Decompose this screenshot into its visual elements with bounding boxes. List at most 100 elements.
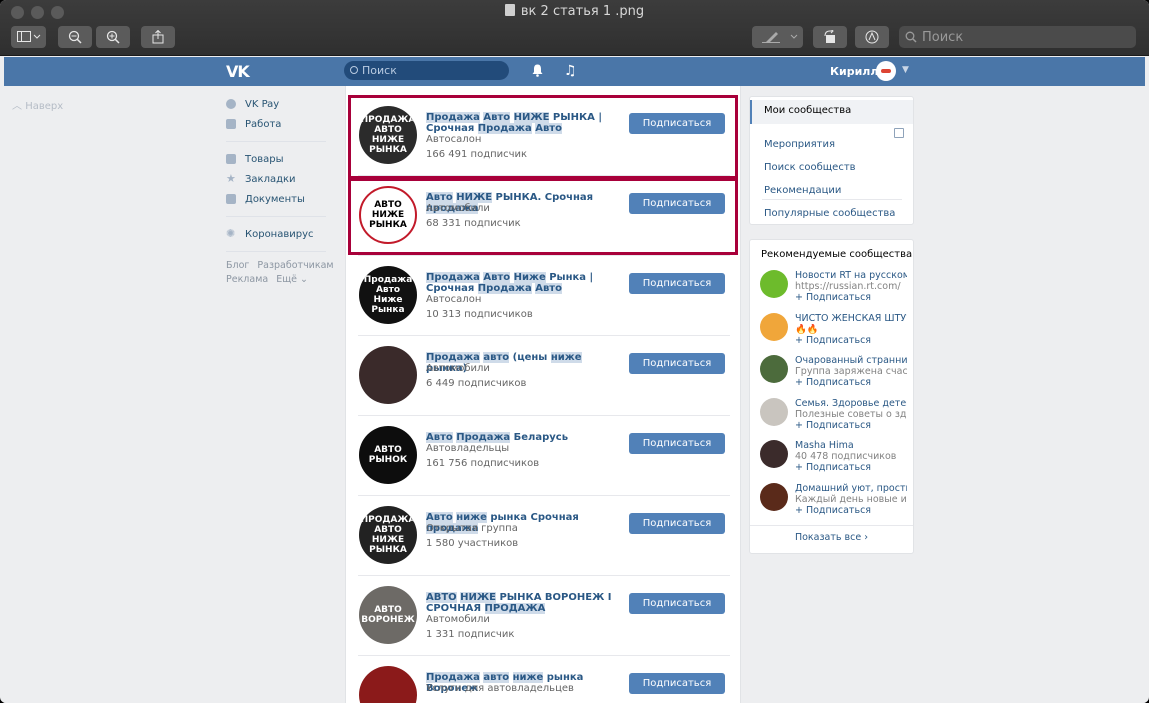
group-row[interactable]: АВТО ВОРОНЕЖ АВТО НИЖЕ РЫНКА ВОРОНЕЖ I СР… [346,576,740,656]
page-body: ︿ Наверх VK Pay Работа Товары ★ Закладки … [4,86,1145,703]
sidebar-toggle-button[interactable] [11,26,46,48]
community-avatar[interactable] [760,397,788,426]
community-title[interactable]: Семья. Здоровье детей [795,398,907,409]
subscribe-link[interactable]: + Подписаться [795,377,871,388]
subscribe-button[interactable]: Подписаться [629,273,725,294]
sidebar-icon [16,31,40,42]
highlight-box [348,178,738,255]
subscribe-link[interactable]: + Подписаться [795,462,871,473]
avatar[interactable] [876,61,896,81]
subscribe-button[interactable]: Подписаться [629,353,725,374]
group-avatar[interactable]: АВТО РЫНОК [359,426,417,484]
community-title[interactable]: Новости RT на русском [795,270,907,281]
star-icon: ★ [226,172,236,185]
recommended-item[interactable]: Домашний уют, простые Каждый день новые и… [760,482,910,523]
group-name-part: авто [483,672,510,683]
subscribe-link[interactable]: + Подписаться [795,292,871,303]
community-title[interactable]: Домашний уют, простые [795,483,907,494]
music-icon[interactable]: ♫ [564,63,577,79]
recommended-item[interactable]: ЧИСТО ЖЕНСКАЯ ШТУЧКА🔥🔥+ Подписаться [760,312,910,353]
community-avatar[interactable] [760,482,788,511]
window-search-input[interactable]: Поиск [899,26,1136,48]
nav-events[interactable]: Мероприятия [764,139,835,150]
app-window: вк 2 статья 1 .png Поиск VK Поиск ♫ Кири… [0,0,1149,703]
community-avatar[interactable] [760,440,788,468]
left-footer: Блог Разработчикам Реклама Ещё ⌄ [226,259,336,287]
group-row[interactable]: АВТО РЫНОК Авто Продажа Беларусь Автовладе… [346,416,740,496]
rotate-button[interactable] [813,26,847,48]
footer-link-developers[interactable]: Разработчикам [257,260,333,271]
subscribe-button[interactable]: Подписаться [629,513,725,534]
group-avatar[interactable] [359,666,417,703]
subscribe-button[interactable]: Подписаться [629,433,725,454]
group-name-link[interactable]: АВТО НИЖЕ РЫНКА ВОРОНЕЖ I СРОЧНАЯ ПРОДАЖ… [426,592,626,614]
recommended-item[interactable]: Семья. Здоровье детей Полезные советы о з… [760,397,910,438]
group-name-part: авто [483,352,510,363]
divider [226,216,326,217]
community-title[interactable]: Masha Hima [795,440,907,451]
nav-item-work[interactable]: Работа [226,114,336,134]
footer-link-more[interactable]: Ещё ⌄ [276,274,308,285]
calendar-icon[interactable] [894,128,904,138]
recommended-item[interactable]: Очарованный странник Группа заряжена счас… [760,355,910,395]
nav-item-documents[interactable]: Документы [226,189,336,209]
zoom-out-icon [68,30,82,44]
group-name-link[interactable]: Продажа Авто Ниже Рынка | Срочная Продаж… [426,272,626,294]
divider [762,199,902,200]
zoom-out-button[interactable] [58,26,92,48]
group-row[interactable]: Продажа Авто Ниже Рынка Продажа Авто Ниже… [346,256,740,336]
community-title[interactable]: ЧИСТО ЖЕНСКАЯ ШТУЧКА [795,313,907,324]
nav-search-communities[interactable]: Поиск сообществ [764,162,856,173]
nav-item-vk-pay[interactable]: VK Pay [226,94,336,114]
community-avatar[interactable] [760,355,788,383]
community-avatar[interactable] [760,312,788,341]
share-button[interactable] [141,26,175,48]
community-title[interactable]: Очарованный странник [795,355,907,366]
group-row[interactable]: Продажа авто (цены ниже рынка) Автомобили… [346,336,740,416]
group-row[interactable]: ПРОДАЖА АВТО НИЖЕ РЫНКА Авто ниже рынка С… [346,496,740,576]
group-name-link[interactable]: Авто Продажа Беларусь [426,432,626,443]
back-to-top-link[interactable]: ︿ Наверх [12,97,63,112]
chevron-down-icon[interactable]: ▼ [902,65,909,75]
community-description: https://russian.rt.com/ [795,281,901,292]
vk-logo[interactable]: VK [226,62,250,81]
zoom-in-button[interactable] [96,26,130,48]
group-category: Автосалон [426,294,482,305]
subscribe-button[interactable]: Подписаться [629,673,725,694]
group-name-part: Авто [535,283,562,294]
nav-item-goods[interactable]: Товары [226,149,336,169]
annotate-button[interactable] [855,26,889,48]
vk-search-input[interactable]: Поиск [344,61,509,80]
nav-item-bookmarks[interactable]: ★ Закладки [226,169,336,189]
group-name-part: рынка Срочная [486,512,579,523]
nav-popular-communities[interactable]: Популярные сообщества [764,208,895,219]
footer-link-ads[interactable]: Реклама [226,274,268,285]
subscribe-link[interactable]: + Подписаться [795,335,871,346]
group-row[interactable]: Продажа авто ниже рынка Воронеж Услуги дл… [346,656,740,703]
group-members-count: 161 756 подписчиков [426,458,540,469]
group-avatar[interactable]: АВТО ВОРОНЕЖ [359,586,417,644]
subscribe-button[interactable]: Подписаться [629,593,725,614]
group-category: Автовладельцы [426,443,510,454]
group-name-part: (цены [509,352,551,363]
share-icon [152,30,164,44]
show-all-link[interactable]: Показать все › [750,532,913,543]
subscribe-link[interactable]: + Подписаться [795,505,871,516]
nav-recommendations[interactable]: Рекомендации [764,185,841,196]
bell-icon[interactable] [532,64,543,77]
community-avatar[interactable] [760,270,788,298]
markup-pen-button[interactable] [752,26,803,48]
subscribe-link[interactable]: + Подписаться [795,420,871,431]
nav-item-coronavirus[interactable]: ✺ Коронавирус [226,224,336,244]
group-avatar[interactable]: ПРОДАЖА АВТО НИЖЕ РЫНКА [359,506,417,564]
recommended-item[interactable]: Новости RT на русском https://russian.rt.… [760,270,910,310]
group-avatar[interactable] [359,346,417,404]
footer-link-blog[interactable]: Блог [226,260,249,271]
user-name[interactable]: Кирилл [830,65,878,78]
recommended-item[interactable]: Masha Hima 40 478 подписчиков + Подписатьс… [760,440,910,480]
group-name-part: Беларусь [510,432,569,443]
group-category: Открытая группа [426,523,518,534]
nav-my-communities[interactable]: Мои сообщества [750,100,913,124]
group-name-part: ниже [512,672,544,683]
group-avatar[interactable]: Продажа Авто Ниже Рынка [359,266,417,324]
